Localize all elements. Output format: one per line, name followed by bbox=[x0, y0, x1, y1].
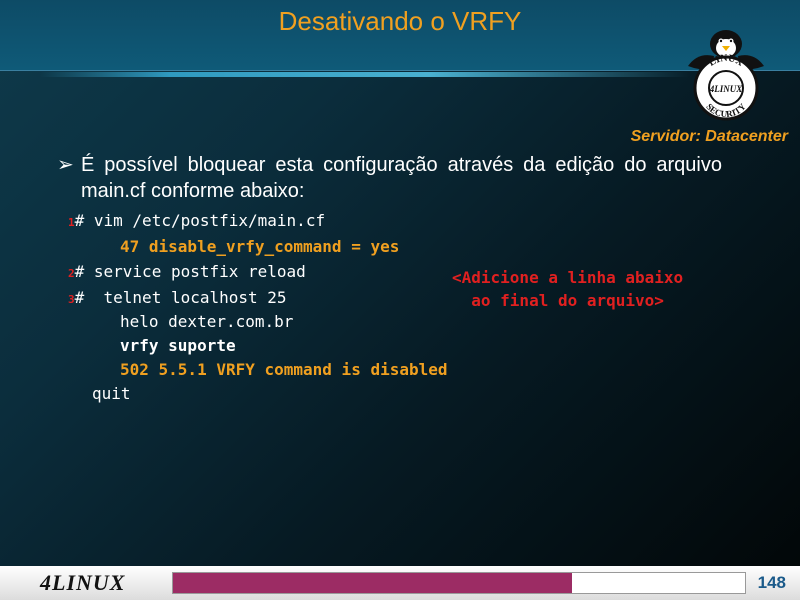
helo-line: helo dexter.com.br bbox=[120, 312, 294, 331]
command-line-3: 3# telnet localhost 25 bbox=[68, 288, 287, 307]
bullet-point: ➢ É possível bloquear esta configuração … bbox=[57, 152, 722, 204]
response-line: 502 5.5.1 VRFY command is disabled bbox=[120, 360, 448, 379]
config-line: 47 disable_vrfy_command = yes bbox=[120, 237, 400, 256]
arrow-bullet-icon: ➢ bbox=[57, 154, 74, 176]
step-number-1: 1 bbox=[68, 216, 75, 229]
command-text-2: # service postfix reload bbox=[74, 262, 306, 281]
command-text-1: # vim /etc/postfix/main.cf bbox=[74, 211, 326, 230]
slide-title: Desativando o VRFY bbox=[278, 6, 522, 36]
title-bar: Desativando o VRFY bbox=[0, 0, 800, 71]
command-line-1: 1# vim /etc/postfix/main.cf bbox=[68, 211, 325, 230]
server-label: Servidor: Datacenter bbox=[630, 128, 788, 145]
progress-fill bbox=[173, 573, 572, 593]
command-text-3: # telnet localhost 25 bbox=[74, 288, 287, 307]
note-line-2: ao final do arquivo> bbox=[471, 291, 664, 310]
quit-line: quit bbox=[92, 384, 131, 403]
instruction-note: <Adicione a linha abaixo ao final do arq… bbox=[452, 266, 683, 312]
accent-divider bbox=[40, 72, 690, 77]
footer-bar: 4LINUX 148 bbox=[0, 566, 800, 600]
vrfy-line: vrfy suporte bbox=[120, 336, 236, 355]
page-number: 148 bbox=[757, 573, 786, 592]
progress-bar bbox=[172, 572, 746, 594]
command-line-2: 2# service postfix reload bbox=[68, 262, 306, 281]
step-number-2: 2 bbox=[68, 267, 75, 280]
note-line-1: <Adicione a linha abaixo bbox=[452, 268, 684, 287]
bullet-text: É possível bloquear esta configuração at… bbox=[81, 154, 722, 202]
logo-center-text: 4LINUX bbox=[709, 84, 743, 94]
footer-brand-logo: 4LINUX bbox=[40, 570, 126, 595]
linux-security-logo: LINUX SECURITY 4LINUX bbox=[688, 30, 764, 121]
step-number-3: 3 bbox=[68, 293, 75, 306]
